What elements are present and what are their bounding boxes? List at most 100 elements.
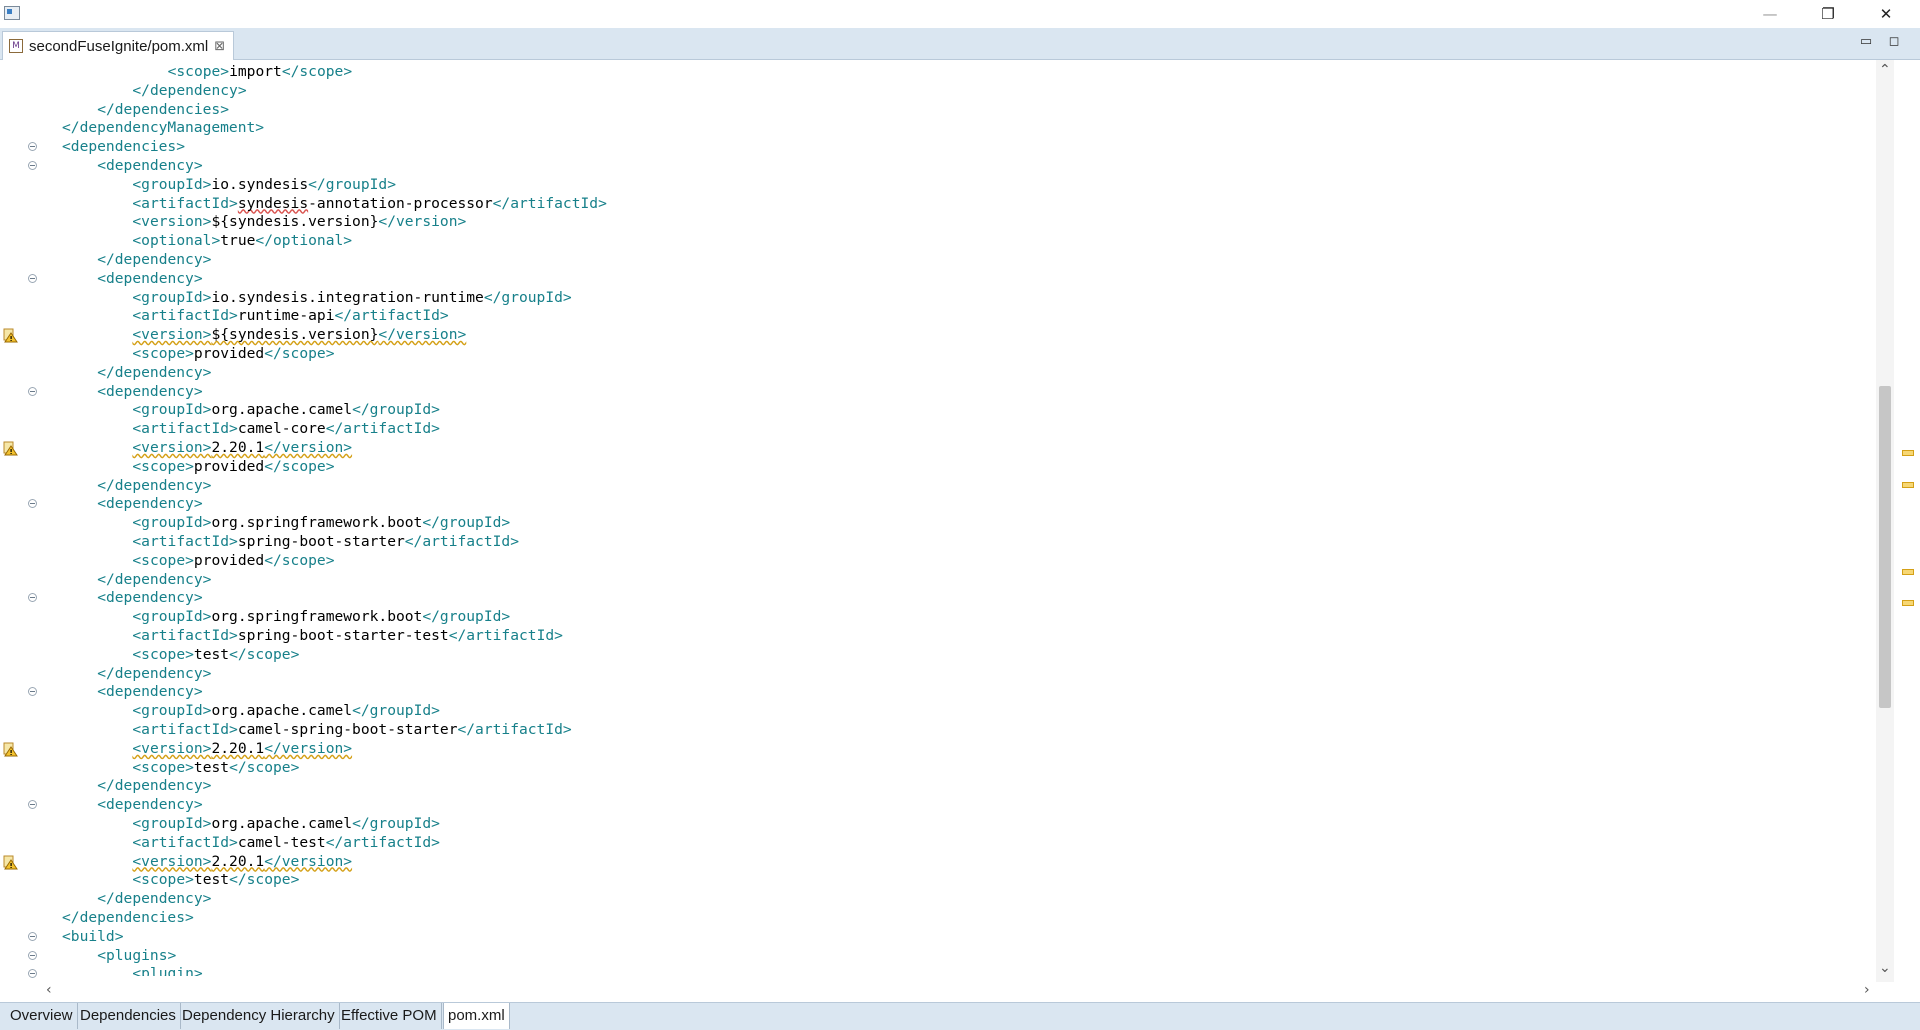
code-line[interactable]: </dependencyManagement> (62, 118, 264, 137)
close-tab-icon[interactable]: ⊠ (214, 39, 225, 54)
xml-value: io.syndesis (211, 175, 309, 193)
xml-tag: </groupId> (352, 702, 440, 720)
warning-marker[interactable] (1902, 450, 1914, 456)
page-tab-pom-xml[interactable]: pom.xml (443, 1003, 510, 1029)
code-line[interactable]: <dependencies> (62, 137, 185, 156)
xml-value: ${syndesis.version} (211, 326, 379, 344)
fold-toggle-icon[interactable] (28, 386, 37, 396)
code-line[interactable]: <groupId>org.apache.camel</groupId> (132, 400, 440, 419)
scroll-right-arrow-icon[interactable]: › (1864, 982, 1870, 998)
fold-toggle-icon[interactable] (28, 161, 37, 170)
warning-icon[interactable] (3, 440, 19, 456)
code-line[interactable]: <plugins> (97, 946, 176, 965)
close-window-button[interactable]: ✕ (1858, 0, 1914, 28)
code-line[interactable]: <scope>import</scope> (168, 62, 353, 81)
code-line[interactable]: <groupId>io.syndesis</groupId> (132, 175, 396, 194)
page-tab-dependency-hierarchy[interactable]: Dependency Hierarchy (178, 1003, 340, 1029)
code-line[interactable]: <version>${syndesis.version}</version> (132, 325, 466, 344)
fold-toggle-icon[interactable] (28, 142, 37, 152)
code-line[interactable]: <dependency> (97, 269, 202, 288)
code-line[interactable]: <dependency> (97, 382, 202, 401)
editor-tab-pom[interactable]: M secondFuseIgnite/pom.xml ⊠ (2, 31, 235, 60)
code-line[interactable]: </dependencies> (97, 100, 229, 119)
xml-value: import (229, 63, 282, 80)
window-title-bar: — ❐ ✕ (0, 0, 1920, 28)
code-line[interactable]: </dependency> (97, 664, 211, 683)
code-line[interactable]: <artifactId>camel-spring-boot-starter</a… (132, 720, 571, 739)
code-line[interactable]: <version>2.20.1</version> (132, 739, 352, 758)
code-line[interactable]: </dependency> (97, 363, 211, 382)
scroll-left-arrow-icon[interactable]: ‹ (46, 982, 52, 998)
scroll-up-arrow-icon[interactable]: ⌃ (1879, 62, 1891, 78)
xml-tag: <dependency> (97, 495, 203, 513)
warning-marker[interactable] (1902, 569, 1914, 575)
code-line[interactable]: <build> (62, 927, 124, 946)
fold-toggle-icon[interactable] (28, 273, 37, 283)
warning-marker[interactable] (1902, 482, 1914, 488)
code-line[interactable]: <groupId>org.springframework.boot</group… (132, 513, 510, 532)
code-line[interactable]: <artifactId>runtime-api</artifactId> (132, 306, 448, 325)
code-area[interactable]: <scope>import</scope> </dependency> </depe… (44, 60, 1874, 976)
xml-tag: </artifactId> (334, 307, 449, 325)
code-line[interactable]: </dependency> (132, 81, 246, 100)
page-tab-effective-pom[interactable]: Effective POM (337, 1003, 442, 1029)
code-line[interactable]: </dependency> (97, 776, 211, 795)
editor-tab-label: secondFuseIgnite/pom.xml (29, 37, 209, 55)
minimize-view-button[interactable]: ▭ (1856, 32, 1876, 52)
warning-icon[interactable] (3, 327, 19, 343)
page-tab-dependencies[interactable]: Dependencies (76, 1003, 181, 1029)
code-line[interactable]: <dependency> (97, 588, 202, 607)
warning-marker[interactable] (1902, 600, 1914, 606)
code-line[interactable]: <groupId>org.apache.camel</groupId> (132, 701, 440, 720)
code-line[interactable]: <artifactId>camel-core</artifactId> (132, 419, 440, 438)
code-line[interactable]: </dependency> (97, 250, 211, 269)
code-line[interactable]: </dependency> (97, 570, 211, 589)
code-line[interactable]: <dependency> (97, 682, 202, 701)
xml-tag: <version> (132, 213, 212, 231)
horizontal-scrollbar[interactable]: ‹ › (44, 982, 1874, 1002)
code-line[interactable]: <artifactId>syndesis-annotation-processo… (132, 194, 606, 213)
fold-toggle-icon[interactable] (28, 499, 37, 509)
code-line[interactable]: <scope>provided</scope> (132, 551, 334, 570)
scroll-down-arrow-icon[interactable]: ⌄ (1879, 960, 1891, 976)
fold-toggle-icon[interactable] (28, 931, 37, 941)
code-line[interactable]: <scope>provided</scope> (132, 344, 334, 363)
fold-toggle-icon[interactable] (28, 593, 37, 603)
code-line[interactable]: <scope>test</scope> (132, 870, 299, 889)
maximize-view-button[interactable]: ◻ (1884, 32, 1904, 52)
warning-icon[interactable] (3, 854, 19, 870)
code-line[interactable]: <groupId>io.syndesis.integration-runtime… (132, 288, 571, 307)
code-line[interactable]: <optional>true</optional> (132, 231, 352, 250)
xml-editor[interactable]: <scope>import</scope> </dependency> </depe… (0, 60, 1920, 982)
code-line[interactable]: <scope>provided</scope> (132, 457, 334, 476)
code-line[interactable]: <dependency> (97, 156, 202, 175)
code-line[interactable]: <version>2.20.1</version> (132, 852, 352, 871)
code-line[interactable]: <groupId>org.springframework.boot</group… (132, 607, 510, 626)
code-line[interactable]: <plugin> (132, 964, 202, 976)
minimize-window-button[interactable]: — (1742, 0, 1798, 28)
code-line[interactable]: <scope>test</scope> (132, 645, 299, 664)
code-line[interactable]: </dependency> (97, 889, 211, 908)
code-line[interactable]: <artifactId>spring-boot-starter-test</ar… (132, 626, 563, 645)
overview-ruler[interactable] (1896, 60, 1920, 982)
fold-toggle-icon[interactable] (28, 687, 37, 697)
code-line[interactable]: <groupId>org.apache.camel</groupId> (132, 814, 440, 833)
code-line[interactable]: </dependency> (97, 476, 211, 495)
fold-toggle-icon[interactable] (28, 969, 37, 979)
fold-toggle-icon[interactable] (28, 950, 37, 960)
code-line[interactable]: <scope>test</scope> (132, 758, 299, 777)
code-line[interactable]: <artifactId>spring-boot-starter</artifac… (132, 532, 519, 551)
code-line[interactable]: <dependency> (97, 795, 202, 814)
fold-toggle-icon[interactable] (28, 800, 37, 810)
code-line[interactable]: <dependency> (97, 494, 202, 513)
code-line[interactable]: <version>2.20.1</version> (132, 438, 352, 457)
restore-window-button[interactable]: ❐ (1800, 0, 1856, 28)
code-line[interactable]: <artifactId>camel-test</artifactId> (132, 833, 440, 852)
xml-value: provided (193, 457, 265, 475)
vertical-scrollbar[interactable]: ⌃ ⌄ (1876, 60, 1894, 982)
code-line[interactable]: <version>${syndesis.version}</version> (132, 212, 466, 231)
vertical-scroll-thumb[interactable] (1879, 386, 1891, 708)
code-line[interactable]: </dependencies> (62, 908, 194, 927)
warning-icon[interactable] (3, 741, 19, 757)
page-tab-overview[interactable]: Overview (6, 1003, 78, 1029)
